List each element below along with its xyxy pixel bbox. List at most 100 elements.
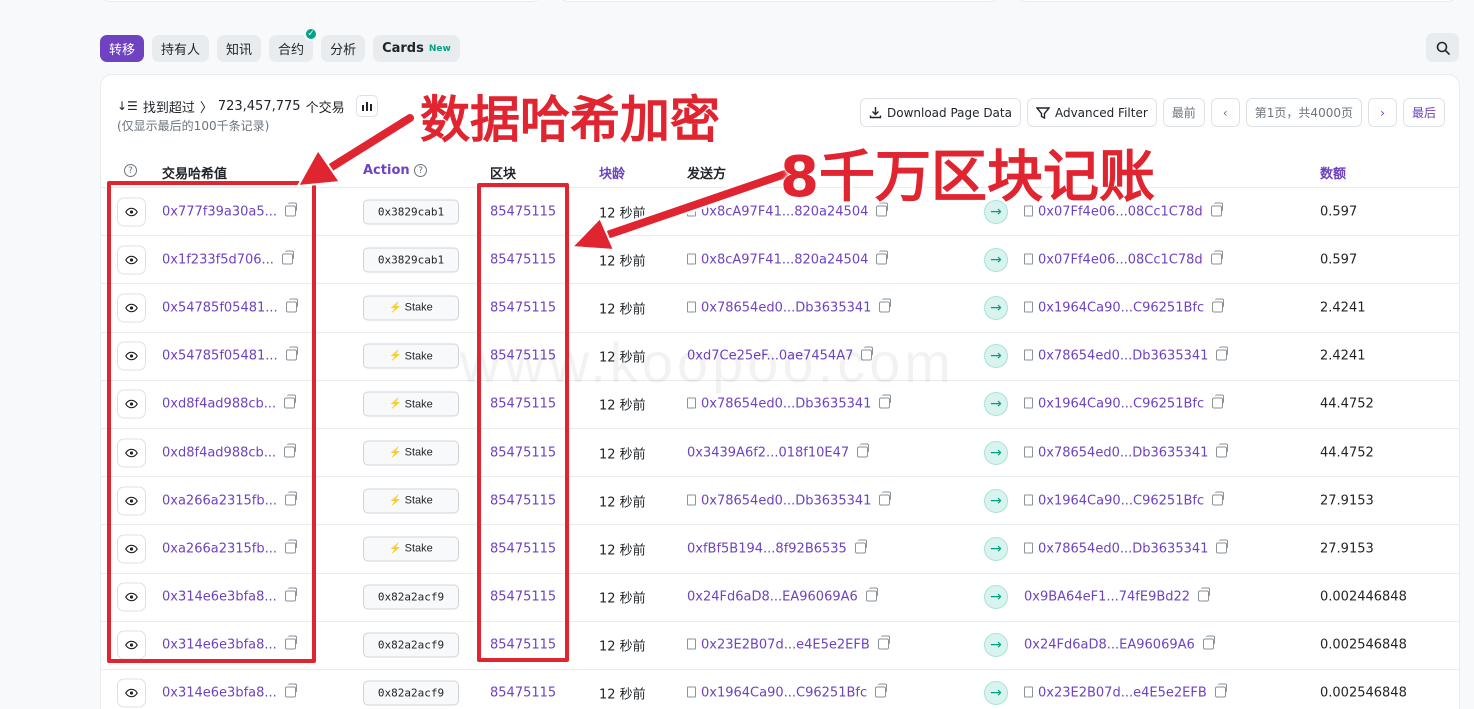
- from-address-link[interactable]: 0x78654ed0...Db3635341: [687, 298, 892, 315]
- copy-icon[interactable]: [1210, 202, 1223, 217]
- copy-icon[interactable]: [875, 683, 888, 698]
- tx-hash-link[interactable]: 0x314e6e3bfa8...: [162, 635, 297, 653]
- block-link[interactable]: 85475115: [490, 204, 556, 219]
- view-details-button[interactable]: [117, 245, 146, 275]
- copy-icon[interactable]: [1212, 298, 1225, 313]
- to-address-link[interactable]: 0x07Ff4e06...08Cc1C78d: [1024, 202, 1223, 219]
- download-button[interactable]: Download Page Data: [859, 98, 1021, 127]
- from-address-link[interactable]: 0x8cA97F41...820a24504: [687, 202, 889, 219]
- to-address-link[interactable]: 0x78654ed0...Db3635341: [1024, 346, 1229, 364]
- help-icon[interactable]: ?: [124, 163, 137, 178]
- tab-contract[interactable]: 合约 ✓: [269, 27, 319, 62]
- copy-icon[interactable]: [285, 202, 298, 217]
- from-address-link[interactable]: 0xd7Ce25eF...0ae7454A7: [687, 346, 874, 364]
- col-amount[interactable]: 数额: [1320, 163, 1346, 182]
- block-link[interactable]: 85475115: [490, 638, 556, 653]
- tab-cards[interactable]: Cards New: [373, 35, 460, 62]
- advanced-filter-button[interactable]: Advanced Filter: [1026, 98, 1157, 127]
- copy-icon[interactable]: [284, 683, 297, 698]
- copy-icon[interactable]: [284, 587, 297, 602]
- copy-icon[interactable]: [1216, 443, 1229, 458]
- copy-icon[interactable]: [284, 635, 297, 650]
- copy-icon[interactable]: [1216, 346, 1229, 361]
- tx-hash-link[interactable]: 0x314e6e3bfa8...: [162, 587, 297, 605]
- from-address-link[interactable]: 0x1964Ca90...C96251Bfc: [687, 683, 888, 701]
- tx-hash-link[interactable]: 0x54785f05481...: [162, 298, 298, 315]
- tx-hash-link[interactable]: 0x54785f05481...: [162, 346, 298, 364]
- view-details-button[interactable]: [117, 678, 146, 708]
- col-age[interactable]: 块龄: [599, 163, 625, 182]
- tx-hash-link[interactable]: 0xd8f4ad988cb...: [162, 394, 297, 412]
- copy-icon[interactable]: [284, 394, 297, 409]
- tx-hash-link[interactable]: 0xd8f4ad988cb...: [162, 443, 297, 460]
- tx-hash-link[interactable]: 0xa266a2315fb...: [162, 539, 298, 556]
- view-details-button[interactable]: [117, 197, 146, 227]
- copy-icon[interactable]: [879, 394, 892, 409]
- block-link[interactable]: 85475115: [490, 590, 556, 605]
- view-details-button[interactable]: [117, 630, 146, 660]
- to-address-link[interactable]: 0x1964Ca90...C96251Bfc: [1024, 298, 1225, 315]
- block-link[interactable]: 85475115: [490, 541, 556, 556]
- to-address-link[interactable]: 0x24Fd6aD8...EA96069A6: [1024, 635, 1215, 653]
- to-address-link[interactable]: 0x78654ed0...Db3635341: [1024, 539, 1229, 556]
- tab-info[interactable]: 知讯: [217, 35, 262, 62]
- copy-icon[interactable]: [876, 250, 889, 265]
- from-address-link[interactable]: 0x24Fd6aD8...EA96069A6: [687, 587, 878, 605]
- to-address-link[interactable]: 0x78654ed0...Db3635341: [1024, 443, 1229, 460]
- copy-icon[interactable]: [285, 346, 298, 361]
- tx-hash-link[interactable]: 0x314e6e3bfa8...: [162, 683, 297, 701]
- copy-icon[interactable]: [1212, 491, 1225, 506]
- copy-icon[interactable]: [879, 298, 892, 313]
- view-details-button[interactable]: [117, 582, 146, 612]
- block-link[interactable]: 85475115: [490, 445, 556, 460]
- tab-holders[interactable]: 持有人: [152, 35, 210, 62]
- copy-icon[interactable]: [1198, 587, 1211, 602]
- from-address-link[interactable]: 0x8cA97F41...820a24504: [687, 250, 889, 267]
- copy-icon[interactable]: [857, 443, 870, 458]
- tab-transfers[interactable]: 转移: [100, 35, 145, 62]
- tab-analytics[interactable]: 分析: [321, 35, 366, 62]
- block-link[interactable]: 85475115: [490, 300, 556, 315]
- block-link[interactable]: 85475115: [490, 493, 556, 508]
- copy-icon[interactable]: [284, 443, 297, 458]
- copy-icon[interactable]: [285, 491, 298, 506]
- from-address-link[interactable]: 0xfBf5B194...8f92B6535: [687, 539, 867, 556]
- view-details-button[interactable]: [117, 341, 146, 371]
- from-address-link[interactable]: 0x3439A6f2...018f10E47: [687, 443, 870, 460]
- view-details-button[interactable]: [117, 293, 146, 323]
- block-link[interactable]: 85475115: [490, 686, 556, 701]
- from-address-link[interactable]: 0x78654ed0...Db3635341: [687, 394, 892, 412]
- copy-icon[interactable]: [1202, 635, 1215, 650]
- view-details-button[interactable]: [117, 486, 146, 516]
- to-address-link[interactable]: 0x1964Ca90...C96251Bfc: [1024, 394, 1225, 412]
- copy-icon[interactable]: [876, 202, 889, 217]
- to-address-link[interactable]: 0x23E2B07d...e4E5e2EFB: [1024, 683, 1227, 701]
- tx-hash-link[interactable]: 0xa266a2315fb...: [162, 491, 298, 508]
- copy-icon[interactable]: [879, 491, 892, 506]
- copy-icon[interactable]: [865, 587, 878, 602]
- copy-icon[interactable]: [854, 539, 867, 554]
- copy-icon[interactable]: [1210, 250, 1223, 265]
- to-address-link[interactable]: 0x9BA64eF1...74fE9Bd22: [1024, 587, 1211, 605]
- to-address-link[interactable]: 0x07Ff4e06...08Cc1C78d: [1024, 250, 1223, 267]
- copy-icon[interactable]: [281, 250, 294, 265]
- next-page-button[interactable]: ›: [1367, 98, 1397, 127]
- view-details-button[interactable]: [117, 438, 146, 468]
- copy-icon[interactable]: [1214, 683, 1227, 698]
- copy-icon[interactable]: [1212, 394, 1225, 409]
- from-address-link[interactable]: 0x23E2B07d...e4E5e2EFB: [687, 635, 890, 653]
- tx-hash-link[interactable]: 0x777f39a30a5...: [162, 202, 298, 219]
- chart-button[interactable]: [355, 95, 378, 117]
- copy-icon[interactable]: [861, 346, 874, 361]
- block-link[interactable]: 85475115: [490, 349, 556, 364]
- search-button[interactable]: [1426, 33, 1459, 62]
- prev-page-button[interactable]: ‹: [1210, 98, 1240, 127]
- col-action[interactable]: Action ?: [363, 163, 428, 178]
- copy-icon[interactable]: [1216, 539, 1229, 554]
- view-details-button[interactable]: [117, 534, 146, 564]
- block-link[interactable]: 85475115: [490, 397, 556, 412]
- block-link[interactable]: 85475115: [490, 252, 556, 267]
- copy-icon[interactable]: [877, 635, 890, 650]
- tx-hash-link[interactable]: 0x1f233f5d706...: [162, 250, 294, 267]
- last-page-button[interactable]: 最后: [1402, 98, 1445, 127]
